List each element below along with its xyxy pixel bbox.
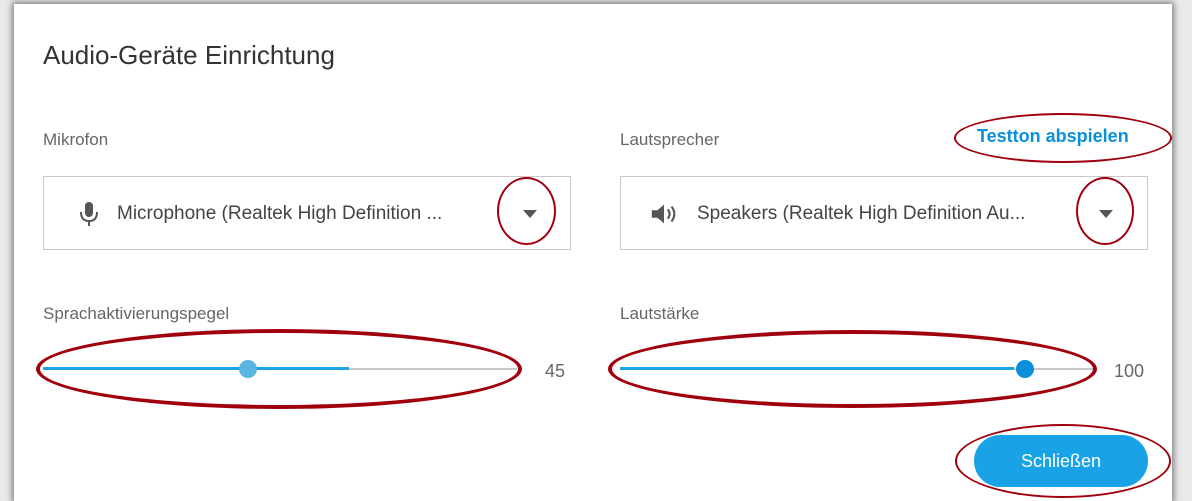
chevron-down-icon[interactable]	[1099, 210, 1113, 218]
dialog-title: Audio-Geräte Einrichtung	[43, 40, 335, 70]
speaker-icon	[651, 204, 676, 224]
voice-activation-label: Sprachaktivierungspegel	[43, 304, 230, 323]
slider-thumb[interactable]	[239, 360, 258, 378]
microphone-dropdown[interactable]: Microphone (Realtek High Definition ...	[43, 176, 571, 250]
microphone-label: Mikrofon	[43, 130, 109, 149]
slider-fill	[620, 367, 1014, 370]
slider-fill	[43, 367, 349, 370]
microphone-selected-value: Microphone (Realtek High Definition ...	[117, 203, 443, 224]
volume-value: 100	[1114, 361, 1145, 381]
microphone-icon	[80, 202, 98, 226]
audio-settings-dialog: Audio-Geräte Einrichtung Mikrofon Microp…	[14, 4, 1172, 501]
volume-slider[interactable]	[620, 354, 1094, 384]
volume-label: Lautstärke	[620, 304, 700, 323]
chevron-down-icon[interactable]	[523, 210, 537, 218]
slider-thumb[interactable]	[1016, 360, 1035, 378]
close-button[interactable]: Schließen	[974, 435, 1148, 487]
speaker-label: Lautsprecher	[620, 130, 720, 149]
voice-activation-slider[interactable]	[43, 354, 517, 384]
voice-activation-value: 45	[545, 361, 566, 381]
speaker-dropdown[interactable]: Speakers (Realtek High Definition Au...	[620, 176, 1148, 250]
play-test-tone-link[interactable]: Testton abspielen	[977, 126, 1129, 147]
speaker-selected-value: Speakers (Realtek High Definition Au...	[697, 203, 1026, 224]
